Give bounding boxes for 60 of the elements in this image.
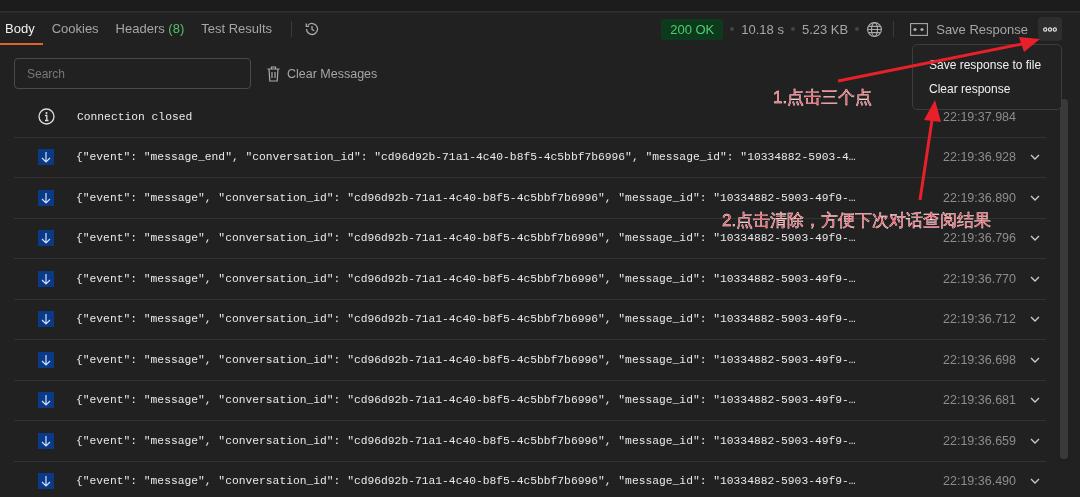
message-text: {"event": "message", "conversation_id": "cd96d92b-71a1-4c40-b8f5-4c5bbf7b6996", "message_id": "10334882-5903-49f9-… xyxy=(76,434,856,447)
message-text: {"event": "message", "conversation_id": "cd96d92b-71a1-4c40-b8f5-4c5bbf7b6996", "message_id": "10334882-5903-49f9-… xyxy=(76,272,856,285)
more-icon xyxy=(1043,26,1057,32)
down-arrow-icon xyxy=(38,392,54,409)
message-text: {"event": "message_end", "conversation_id": "cd96d92b-71a1-4c40-b8f5-4c5bbf7b6996", "message_id": "10334882-5903-4… xyxy=(76,151,856,164)
example-icon xyxy=(910,22,929,36)
timestamp: 22:19:36.659 xyxy=(943,433,1016,448)
search-field[interactable]: Search xyxy=(14,58,251,89)
timestamp: 22:19:36.681 xyxy=(943,393,1016,408)
chevron-down-icon[interactable] xyxy=(1030,397,1040,404)
timestamp: 22:19:36.698 xyxy=(943,352,1016,367)
message-text: {"event": "message", "conversation_id": "cd96d92b-71a1-4c40-b8f5-4c5bbf7b6996", "message_id": "10334882-5903-49f9-… xyxy=(76,353,856,366)
annotation-text: 2.点击清除，方便下次对话查阅结果 xyxy=(722,210,992,232)
response-time: 10.18 s xyxy=(741,21,784,37)
chevron-down-icon[interactable] xyxy=(1030,275,1040,282)
timestamp: 22:19:36.770 xyxy=(943,271,1016,286)
info-icon xyxy=(38,108,55,126)
down-arrow-icon xyxy=(38,311,54,328)
history-icon[interactable] xyxy=(304,21,321,37)
down-arrow-icon xyxy=(38,473,54,490)
timestamp: 22:19:36.890 xyxy=(943,190,1016,205)
timestamp: 22:19:36.796 xyxy=(943,231,1016,246)
menu-item[interactable]: Save response to file xyxy=(913,53,1061,77)
more-button[interactable] xyxy=(1038,17,1062,41)
message-text: Connection closed xyxy=(77,110,193,123)
down-arrow-icon xyxy=(38,189,54,206)
globe-icon[interactable] xyxy=(866,20,884,38)
response-size: 5.23 KB xyxy=(801,21,849,37)
tab[interactable]: Headers (8) xyxy=(107,13,193,45)
chevron-down-icon[interactable] xyxy=(1030,194,1040,201)
scrollbar[interactable] xyxy=(1060,99,1068,459)
message-text: {"event": "message", "conversation_id": "cd96d92b-71a1-4c40-b8f5-4c5bbf7b6996", "message_id": "10334882-5903-49f9-… xyxy=(76,313,856,326)
clear-messages-button[interactable]: Clear Messages xyxy=(267,65,378,82)
message-text: {"event": "message", "conversation_id": "cd96d92b-71a1-4c40-b8f5-4c5bbf7b6996", "message_id": "10334882-5903-49f9-… xyxy=(76,475,856,488)
message-text: {"event": "message", "conversation_id": "cd96d92b-71a1-4c40-b8f5-4c5bbf7b6996", "message_id": "10334882-5903-49f9-… xyxy=(76,394,856,407)
status-badge: 200 OK xyxy=(661,18,724,40)
timestamp: 22:19:37.984 xyxy=(943,109,1016,124)
down-arrow-icon xyxy=(38,270,54,287)
save-response-button[interactable]: Save Response xyxy=(904,21,1034,37)
chevron-down-icon[interactable] xyxy=(1030,154,1040,161)
tab[interactable]: Cookies xyxy=(43,13,107,45)
timestamp: 22:19:36.928 xyxy=(943,150,1016,165)
menu-item[interactable]: Clear response xyxy=(913,77,1061,101)
chevron-down-icon[interactable] xyxy=(1030,437,1040,444)
annotation-text: 1.点击三个点 xyxy=(773,87,873,109)
down-arrow-icon xyxy=(38,230,54,247)
timestamp: 22:19:36.712 xyxy=(943,312,1016,327)
chevron-down-icon[interactable] xyxy=(1030,478,1040,485)
timestamp: 22:19:36.490 xyxy=(943,474,1016,489)
down-arrow-icon xyxy=(38,351,54,368)
down-arrow-icon xyxy=(38,432,54,449)
trash-icon xyxy=(267,65,280,82)
message-text: {"event": "message", "conversation_id": "cd96d92b-71a1-4c40-b8f5-4c5bbf7b6996", "message_id": "10334882-5903-49f9-… xyxy=(76,232,856,245)
tab[interactable]: Body xyxy=(0,13,43,45)
down-arrow-icon xyxy=(38,149,54,166)
chevron-down-icon[interactable] xyxy=(1030,235,1040,242)
chevron-down-icon[interactable] xyxy=(1030,316,1040,323)
message-text: {"event": "message", "conversation_id": "cd96d92b-71a1-4c40-b8f5-4c5bbf7b6996", "message_id": "10334882-5903-49f9-… xyxy=(76,191,856,204)
chevron-down-icon[interactable] xyxy=(1030,356,1040,363)
tab[interactable]: Test Results xyxy=(193,13,281,45)
